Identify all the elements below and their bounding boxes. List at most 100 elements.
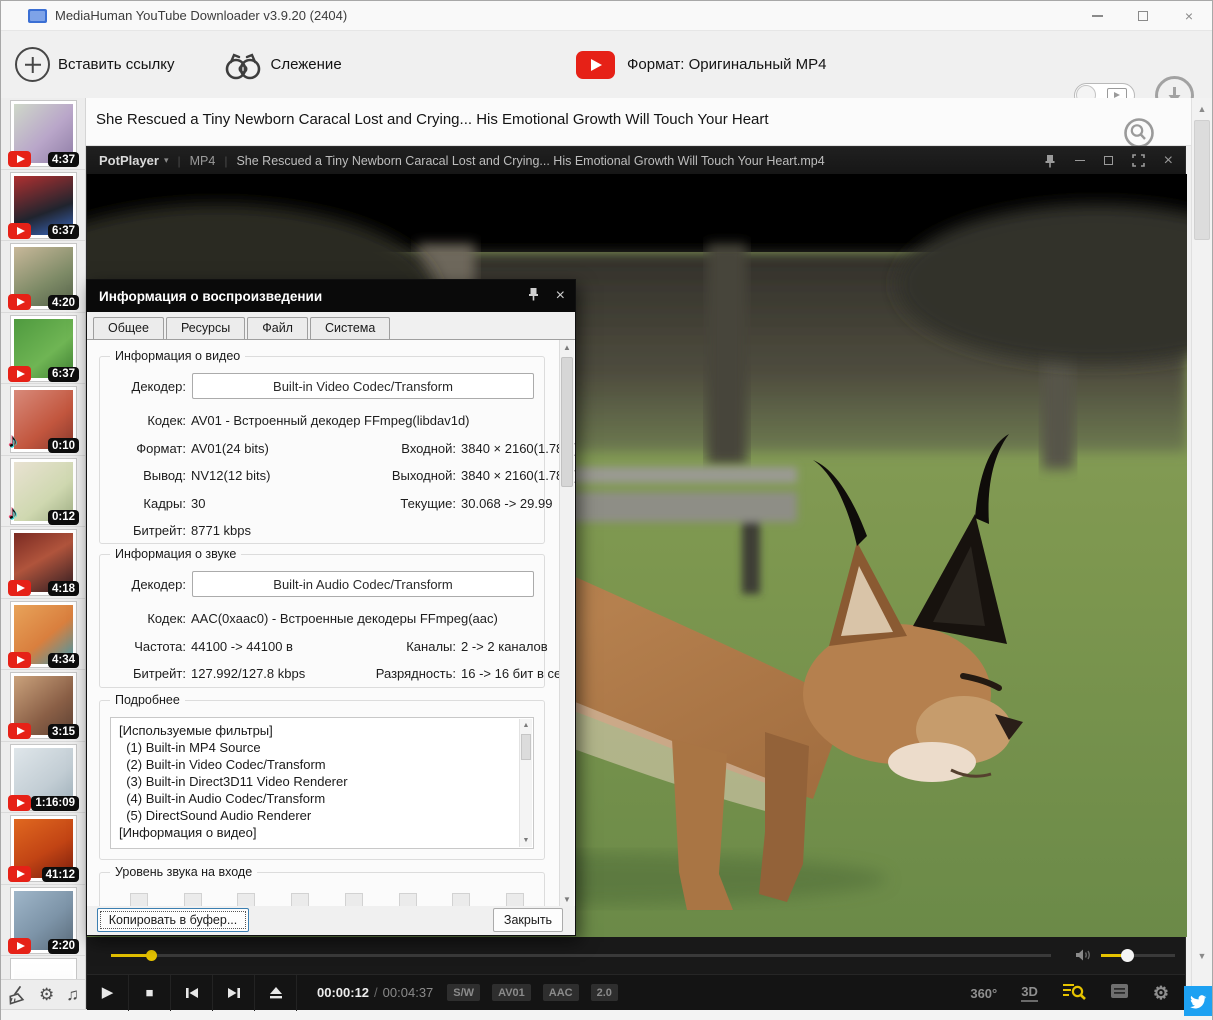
field-label: Кодек: [100, 611, 186, 626]
scroll-down-arrow[interactable]: ▼ [560, 892, 574, 907]
control-panel-button[interactable] [1110, 983, 1129, 1004]
copy-to-clipboard-button[interactable]: Копировать в буфер... [97, 908, 249, 932]
dialog-tab[interactable]: Общее [93, 317, 164, 339]
dialog-close-action-button[interactable]: Закрыть [493, 908, 563, 932]
player-settings-gear-icon[interactable]: ⚙ [1153, 983, 1169, 1004]
view-360-button[interactable]: 360° [970, 986, 997, 1001]
scroll-thumb[interactable] [561, 357, 573, 487]
scroll-down-arrow[interactable]: ▼ [1192, 947, 1212, 965]
video-thumbnail[interactable]: 0:12 [10, 458, 77, 525]
sidebar-video-item[interactable]: 4:37 [1, 98, 85, 170]
seek-bar[interactable] [111, 954, 1051, 957]
filters-listbox[interactable]: [Используемые фильтры] (1) Built-in MP4 … [110, 717, 534, 849]
format-selector[interactable]: Формат: Оригинальный MP4 [576, 31, 827, 98]
video-thumbnail[interactable]: 0:10 [10, 386, 77, 453]
twitter-button[interactable] [1184, 986, 1212, 1016]
video-thumbnail[interactable]: 4:18 [10, 529, 77, 596]
play-button[interactable]: ▶ [87, 975, 129, 1011]
main-list-scrollbar[interactable]: ▲ ▼ [1191, 98, 1212, 1009]
download-queue-sidebar[interactable]: 4:37 6:37 4:20 6:37 [1, 98, 86, 1009]
maximize-button[interactable] [1120, 1, 1166, 31]
codec-badge: AAC [543, 984, 579, 1001]
video-thumbnail[interactable]: 4:20 [10, 243, 77, 310]
app-icon [28, 9, 47, 23]
video-thumbnail[interactable]: 6:37 [10, 172, 77, 239]
video-thumbnail[interactable]: 4:34 [10, 601, 77, 668]
dialog-close-button[interactable]: × [556, 287, 565, 305]
sidebar-video-item[interactable]: 3:15 [1, 670, 85, 742]
sidebar-video-item[interactable]: 1:16:09 [1, 742, 85, 814]
seek-handle[interactable] [146, 950, 157, 961]
sidebar-video-item[interactable]: 4:18 [1, 527, 85, 599]
platform-badge-icon [8, 723, 31, 739]
music-note-icon[interactable]: ♫ [66, 986, 79, 1003]
dialog-tab[interactable]: Ресурсы [166, 317, 245, 339]
filter-line: [Используемые фильтры] [119, 722, 513, 739]
scroll-thumb[interactable] [1194, 120, 1210, 240]
download-list-row[interactable]: She Rescued a Tiny Newborn Caracal Lost … [86, 98, 1193, 146]
view-3d-button[interactable]: 3D [1021, 984, 1038, 1002]
stop-button[interactable]: ■ [129, 975, 171, 1011]
pin-button[interactable] [1044, 154, 1056, 168]
info-row: Вывод: NV12(12 bits) Выходной: 3840 × 21… [100, 462, 544, 490]
video-decoder-button[interactable]: Built-in Video Codec/Transform [192, 373, 534, 399]
duration-badge: 0:12 [48, 510, 79, 525]
filter-line: (4) Built-in Audio Codec/Transform [119, 790, 513, 807]
scroll-up-arrow[interactable]: ▲ [520, 719, 532, 732]
player-close-button[interactable]: × [1164, 152, 1173, 170]
video-thumbnail[interactable]: 4:37 [10, 100, 77, 167]
scroll-up-arrow[interactable]: ▲ [560, 340, 574, 355]
video-thumbnail[interactable]: 3:15 [10, 672, 77, 739]
dialog-scrollbar[interactable]: ▲ ▼ [559, 340, 574, 907]
current-time: 00:00:12 [317, 985, 369, 1000]
volume-speaker-icon[interactable] [1075, 948, 1093, 967]
video-thumbnail[interactable]: 2:20 [10, 887, 77, 954]
player-fullscreen-button[interactable] [1132, 154, 1145, 167]
video-thumbnail[interactable]: 41:12 [10, 815, 77, 882]
previous-button[interactable] [171, 975, 213, 1011]
codec-badges: S/WAV01AAC2.0 [447, 984, 618, 1001]
sidebar-video-item[interactable]: 6:37 [1, 170, 85, 242]
sidebar-video-item[interactable]: 4:20 [1, 241, 85, 313]
minimize-button[interactable] [1074, 1, 1120, 31]
audio-decoder-button[interactable]: Built-in Audio Codec/Transform [192, 571, 534, 597]
open-file-button[interactable] [255, 975, 297, 1011]
sidebar-video-item[interactable]: 0:10 [1, 384, 85, 456]
dialog-tab[interactable]: Система [310, 317, 390, 339]
tracking-button[interactable]: Слежение [223, 49, 342, 81]
search-circle-icon[interactable] [1123, 117, 1155, 149]
volume-handle[interactable] [1121, 949, 1134, 962]
time-separator: / [374, 985, 378, 1000]
dialog-titlebar[interactable]: Информация о воспроизведении × [87, 280, 575, 312]
close-button[interactable]: × [1166, 1, 1212, 31]
sidebar-video-item[interactable]: 2:20 [1, 885, 85, 957]
player-maximize-button[interactable] [1104, 156, 1113, 165]
clear-list-broom-icon[interactable] [7, 985, 27, 1005]
info-row: Частота: 44100 -> 44100 в Каналы: 2 -> 2… [100, 633, 544, 661]
sidebar-video-item[interactable]: 6:37 [1, 313, 85, 385]
volume-slider[interactable] [1101, 954, 1175, 957]
scroll-down-arrow[interactable]: ▼ [520, 834, 532, 847]
scroll-up-arrow[interactable]: ▲ [1192, 100, 1212, 118]
dialog-tab[interactable]: Файл [247, 317, 308, 339]
settings-gear-icon[interactable]: ⚙ [39, 986, 54, 1003]
playlist-search-button[interactable] [1062, 981, 1086, 1005]
scroll-thumb[interactable] [521, 734, 531, 760]
sidebar-video-item[interactable]: 41:12 [1, 813, 85, 885]
platform-badge-icon [8, 866, 31, 882]
paste-link-button[interactable]: Вставить ссылку [15, 47, 175, 82]
dialog-pin-button[interactable] [527, 287, 540, 306]
listbox-scrollbar[interactable]: ▲ ▼ [519, 719, 532, 847]
sidebar-video-item[interactable]: 0:12 [1, 456, 85, 528]
filter-line: (2) Built-in Video Codec/Transform [119, 756, 513, 773]
potplayer-titlebar[interactable]: PotPlayer ▾ | MP4 | She Rescued a Tiny N… [87, 147, 1185, 174]
video-thumbnail[interactable]: 1:16:09 [10, 744, 77, 811]
next-button[interactable] [213, 975, 255, 1011]
audio-group-title: Информация о звуке [110, 547, 241, 561]
sidebar-video-item[interactable]: 4:34 [1, 599, 85, 671]
field-value: AV01 - Встроенный декодер FFmpeg(libdav1… [191, 413, 349, 428]
player-minimize-button[interactable] [1075, 160, 1085, 162]
chevron-down-icon[interactable]: ▾ [164, 155, 169, 166]
seek-progress [111, 954, 151, 957]
video-thumbnail[interactable]: 6:37 [10, 315, 77, 382]
